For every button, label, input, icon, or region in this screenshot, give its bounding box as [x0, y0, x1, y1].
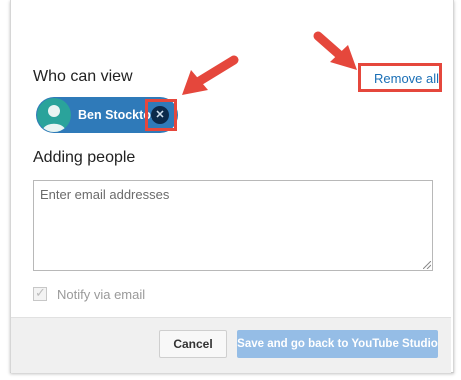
annotation-arrow-remove-viewer — [182, 55, 239, 95]
